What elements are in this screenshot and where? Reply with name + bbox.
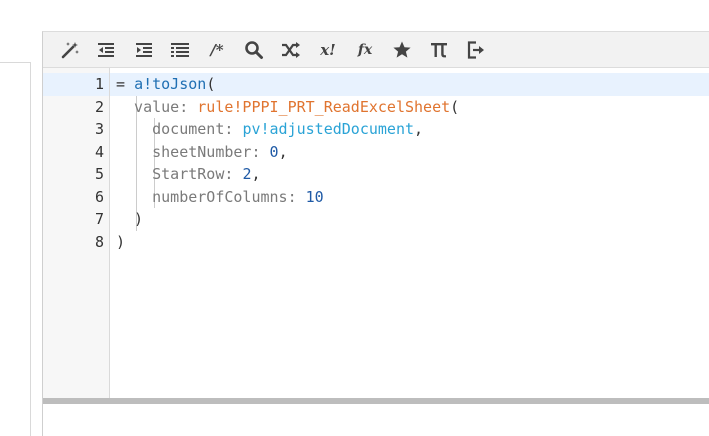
indent-icon [135,41,153,59]
left-panel [0,62,31,436]
line-number: 5 [94,165,104,183]
code-line[interactable]: sheetNumber: 0, [116,141,288,164]
code-token: value: [116,97,198,116]
code-token: numberOfColumns: [116,187,306,206]
magic-wand-icon [60,40,80,60]
code-line[interactable]: StartRow: 2, [116,163,261,186]
line-number-gutter: 1 2 3 4 5 6 7 8 [43,68,110,398]
search-icon [244,40,264,60]
variable-button[interactable]: x! [317,39,339,61]
code-token: ( [206,75,216,93]
shuffle-button[interactable] [280,39,302,61]
code-line[interactable]: = a!toJson( [116,73,215,96]
outdent-icon [97,41,115,59]
exit-icon [466,40,486,60]
list-icon [170,41,190,59]
code-line[interactable]: numberOfColumns: 10 [116,186,324,209]
line-number: 3 [94,120,104,138]
search-button[interactable] [243,39,265,61]
pi-button[interactable] [428,39,450,61]
code-line[interactable]: value: rule!PPPI_PRT_ReadExcelSheet( [116,96,459,119]
code-token: = [116,75,135,93]
code-token: , [278,142,288,161]
code-token: rule!PPPI_PRT_ReadExcelSheet [197,97,451,116]
code-token: 0 [269,142,279,161]
output-pane [43,404,709,436]
code-token: , [414,120,424,138]
line-number: 1 [94,75,104,93]
line-number: 4 [94,142,104,161]
code-line[interactable]: document: pv!adjustedDocument, [116,118,423,141]
code-token: document: [116,120,243,138]
line-number: 7 [94,210,104,228]
comment-button[interactable]: /* [206,39,228,61]
line-number: 2 [94,97,104,116]
code-token: pv!adjustedDocument [242,120,415,138]
indent-button[interactable] [133,39,155,61]
screen: /* x! fx 1 2 3 4 5 6 7 8 = a!toJson(val… [0,0,709,436]
variable-icon: x! [320,41,336,59]
code-token: ( [450,97,460,116]
favorite-button[interactable] [391,39,413,61]
line-number: 6 [94,187,104,206]
line-number: 8 [94,232,104,251]
exit-button[interactable] [465,39,487,61]
editor-toolbar: /* x! fx [43,32,709,68]
code-token: ) [116,210,144,228]
format-button[interactable] [59,39,81,61]
code-token: 10 [305,187,324,206]
code-token: a!toJson [134,75,207,93]
outdent-button[interactable] [95,39,117,61]
function-icon: fx [357,42,373,58]
code-line[interactable]: ) [116,231,125,254]
pi-icon [429,40,449,60]
expression-editor: /* x! fx 1 2 3 4 5 6 7 8 = a!toJson(val… [42,31,709,436]
code-content[interactable]: = a!toJson( value: rule!PPPI_PRT_ReadExc… [110,68,709,398]
code-area[interactable]: 12345678 = a!toJson( value: rule!PPPI_PR… [43,68,709,398]
code-line[interactable]: ) [116,208,143,231]
function-button[interactable]: fx [354,39,376,61]
code-token: ) [116,232,126,251]
code-token: sheetNumber: [116,142,270,161]
code-token: , [251,165,261,183]
star-icon [392,40,412,60]
list-button[interactable] [169,39,191,61]
shuffle-icon [281,41,301,59]
comment-icon: /* [210,41,224,59]
code-token: StartRow: [116,165,243,183]
